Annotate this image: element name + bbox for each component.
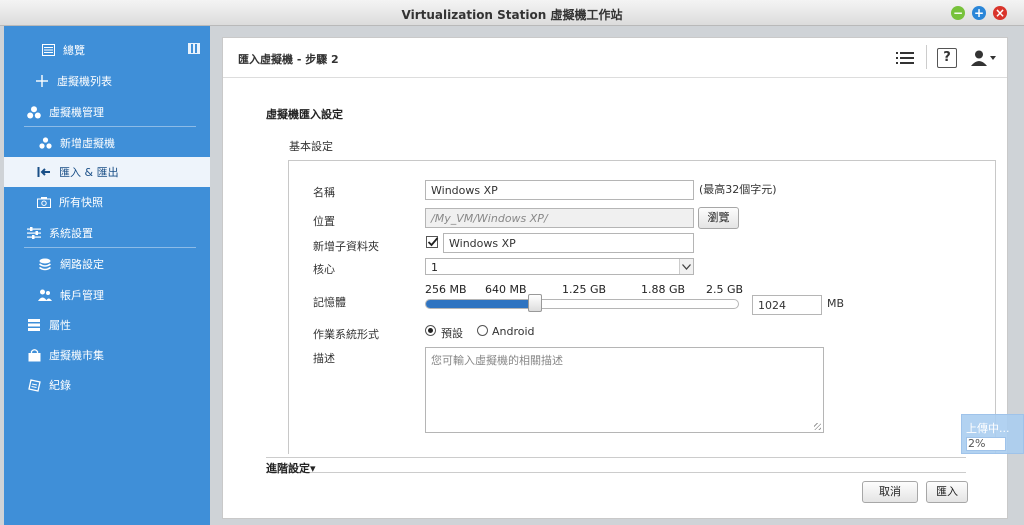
section-title: 虛擬機匯入設定 [266,108,343,121]
location-label: 位置 [313,215,335,228]
upload-progress-value: 2% [966,437,1006,451]
description-placeholder: 您可輸入虛擬機的相關描述 [431,354,563,367]
name-label: 名稱 [313,186,335,199]
sidebar-item-label: 總覽 [63,44,85,57]
sidebar-item-overview[interactable]: 總覽 [4,35,210,65]
sidebar-item-import-export[interactable]: 匯入 & 匯出 [4,157,210,187]
sidebar-item-label: 帳戶管理 [60,289,104,302]
book-icon [26,377,42,393]
memory-label: 記憶體 [313,296,346,309]
sidebar-item-label: 新增虛擬機 [60,137,115,150]
memory-input[interactable]: 1024 [752,295,822,315]
dashboard-icon [40,42,56,58]
close-button[interactable]: × [993,6,1007,20]
sidebar-item-label: 虛擬機管理 [49,106,104,119]
vm-cluster-icon [26,104,42,120]
window-title: Virtualization Station 虛擬機工作站 [401,8,623,22]
minimize-button[interactable]: − [951,6,965,20]
sidebar-item-accounts[interactable]: 帳戶管理 [4,280,210,310]
os-default-label: 預設 [441,327,463,340]
sidebar-item-label: 紀錄 [49,379,71,392]
memory-slider[interactable] [425,299,739,309]
help-icon: ? [937,48,957,68]
chevron-down-icon [679,259,693,274]
user-menu-button[interactable] [971,47,997,69]
user-icon [971,50,996,66]
new-folder-label: 新增子資料夾 [313,240,379,253]
sidebar-item-properties[interactable]: 屬性 [4,310,210,340]
sidebar-divider [24,247,196,248]
sidebar-item-vm-list[interactable]: 虛擬機列表 [4,66,210,96]
sidebar-divider [24,126,196,127]
memory-tick: 1.25 GB [562,283,607,296]
basic-settings-title: 基本設定 [289,140,333,153]
sidebar-item-system-settings[interactable]: 系統設置 [4,218,210,248]
name-hint: (最高32個字元) [699,183,777,196]
os-android-radio[interactable] [477,325,488,336]
header-divider [926,45,927,69]
new-folder-input[interactable]: Windows XP [443,233,694,253]
sliders-icon [26,225,42,241]
users-icon [37,287,53,303]
list-icon [26,317,42,333]
checkmark-icon [427,237,439,247]
pin-panel-icon[interactable] [188,43,200,54]
memory-slider-fill [426,300,536,308]
window-titlebar: Virtualization Station 虛擬機工作站 − + × [0,0,1024,26]
sidebar-item-snapshots[interactable]: 所有快照 [4,187,210,217]
plus-icon [34,73,50,89]
core-label: 核心 [313,263,335,276]
import-button[interactable]: 匯入 [926,481,968,503]
page-title: 匯入虛擬機 - 步驟 2 [238,53,339,66]
sidebar-item-label: 屬性 [49,319,71,332]
maximize-button[interactable]: + [972,6,986,20]
help-button[interactable]: ? [937,47,957,69]
sidebar-item-label: 系統設置 [49,227,93,240]
sidebar-item-network[interactable]: 網路設定 [4,249,210,279]
memory-slider-handle[interactable] [528,294,542,312]
menu-list-icon[interactable] [895,47,915,69]
core-select[interactable]: 1 [425,258,694,275]
sidebar-item-logs[interactable]: 紀錄 [4,370,210,400]
sidebar-item-label: 網路設定 [60,258,104,271]
memory-unit: MB [827,297,845,310]
shopping-bag-icon [26,347,42,363]
sidebar-item-new-vm[interactable]: 新增虛擬機 [4,128,210,158]
vm-add-icon [37,135,53,151]
os-android-label: Android [492,325,535,338]
location-input: /My_VM/Windows XP/ [425,208,694,228]
import-export-icon [36,164,52,180]
new-folder-checkbox[interactable] [426,236,439,248]
core-select-value: 1 [431,261,438,274]
sidebar-item-vm-manage[interactable]: 虛擬機管理 [4,97,210,127]
sidebar-item-label: 虛擬機列表 [57,75,112,88]
upload-status-text: 上傳中... [966,422,1010,435]
description-textarea[interactable]: 您可輸入虛擬機的相關描述 [425,347,824,433]
sidebar-item-label: 匯入 & 匯出 [59,166,119,179]
memory-tick: 2.5 GB [706,283,744,296]
cancel-button[interactable]: 取消 [862,481,918,503]
sidebar-item-label: 所有快照 [59,196,103,209]
memory-tick: 640 MB [485,283,527,296]
description-label: 描述 [313,352,335,365]
os-type-label: 作業系統形式 [313,328,379,341]
sidebar: 總覽 虛擬機列表 虛擬機管理 新增虛擬機 匯入 & 匯出 所有快照 系統設置 網… [4,26,210,525]
resize-handle-icon[interactable] [814,423,821,430]
browse-button[interactable]: 瀏覽 [698,207,739,229]
main-panel: 匯入虛擬機 - 步驟 2 ? 虛擬機匯入設定 基本設定 名稱 Windows X… [222,37,1008,519]
upload-progress-widget[interactable]: 上傳中... 2% [961,414,1024,454]
camera-icon [36,194,52,210]
advanced-settings-toggle[interactable]: 進階設定▾ [266,457,966,475]
memory-tick: 256 MB [425,283,467,296]
name-input[interactable]: Windows XP [425,180,694,200]
page-header: 匯入虛擬機 - 步驟 2 ? [223,38,1007,78]
sidebar-item-marketplace[interactable]: 虛擬機市集 [4,340,210,370]
network-stack-icon [37,256,53,272]
memory-tick: 1.88 GB [641,283,686,296]
sidebar-item-label: 虛擬機市集 [49,349,104,362]
os-default-radio[interactable] [425,325,436,336]
